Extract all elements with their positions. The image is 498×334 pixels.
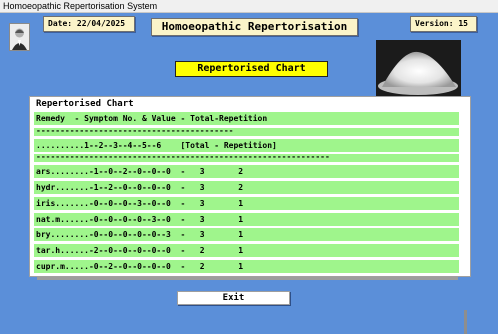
window-title: Homoeopathic Repertorisation System xyxy=(3,1,158,11)
remedy-row: iris.......-0--0--0--3--0--0 - 3 1 xyxy=(34,196,459,210)
remedy-row: nat.m......-0--0--0--0--3--0 - 3 1 xyxy=(34,212,459,226)
app-title: Homoeopathic Repertorisation xyxy=(151,18,358,36)
remedy-row: bry........-0--0--0--0--0--3 - 3 1 xyxy=(34,228,459,242)
chart-panel: Repertorised Chart Remedy - Symptom No. … xyxy=(29,96,471,334)
chart-rows: Remedy - Symptom No. & Value - Total-Rep… xyxy=(34,112,459,276)
remedy-row: ars........-1--0--2--0--0--0 - 3 2 xyxy=(34,165,459,179)
version-label: Version: 15 xyxy=(410,16,477,32)
remedy-row: tar.h......-2--0--0--0--0--0 - 2 1 xyxy=(34,244,459,258)
chart-title: Repertorised Chart xyxy=(36,99,134,109)
chart-divider: ----------------------------------------… xyxy=(34,127,459,136)
chart-column-row: ..........1--2--3--4--5--6 [Total - Repe… xyxy=(34,138,459,152)
remedy-row: cupr.m.....-0--2--0--0--0--0 - 2 1 xyxy=(34,259,459,273)
chart-header-row: Remedy - Symptom No. & Value - Total-Rep… xyxy=(34,112,459,125)
powder-photo xyxy=(376,40,461,96)
repertorised-chart-banner: Repertorised Chart xyxy=(175,61,328,77)
portrait-icon xyxy=(9,23,30,51)
date-label: Date: 22/04/2025 xyxy=(43,16,135,32)
remedy-row: hydr.......-1--2--0--0--0--0 - 3 2 xyxy=(34,180,459,194)
horizontal-scrollbar[interactable] xyxy=(37,277,458,280)
chart-divider: ----------------------------------------… xyxy=(34,154,459,163)
window-titlebar: Homoeopathic Repertorisation System xyxy=(0,0,498,13)
exit-button[interactable]: Exit xyxy=(177,291,290,305)
vertical-scrollbar-thumb[interactable] xyxy=(464,310,467,334)
